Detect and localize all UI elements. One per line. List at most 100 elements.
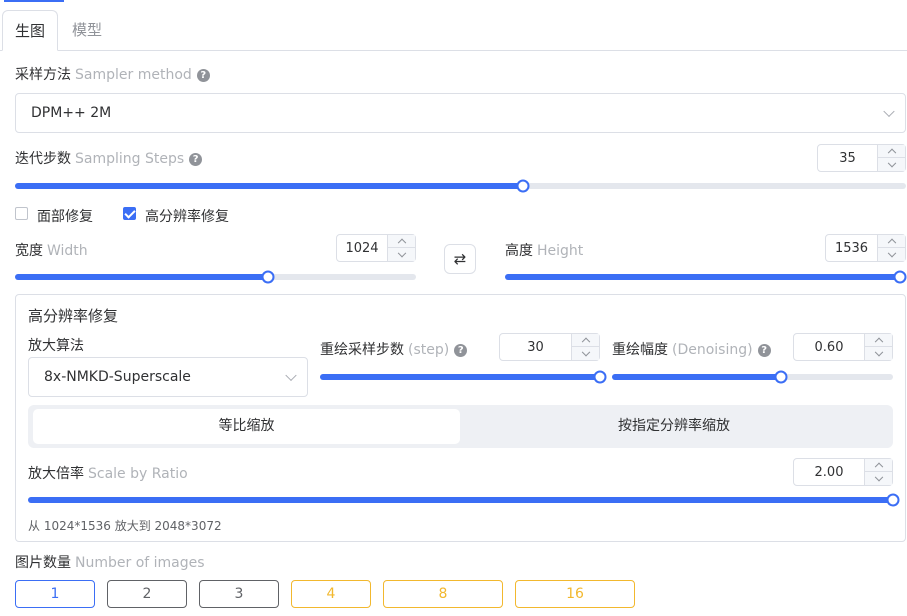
height-slider[interactable] — [505, 270, 907, 284]
images-label: 图片数量 Number of images — [15, 552, 205, 572]
steps-label-en: Sampling Steps — [75, 151, 185, 167]
decrease-icon[interactable] — [865, 347, 892, 360]
image-count-3-button[interactable]: 3 — [199, 580, 279, 608]
height-input-value[interactable]: 1536 — [826, 235, 877, 261]
upscaler-select-value: 8x-NMKD-Superscale — [44, 369, 191, 385]
steps-input-value[interactable]: 35 — [818, 145, 877, 171]
width-slider[interactable] — [15, 270, 416, 284]
height-label-cn: 高度 — [505, 243, 533, 259]
scale-result-note: 从 1024*1536 放大到 2048*3072 — [28, 519, 222, 533]
decrease-icon[interactable] — [865, 472, 892, 485]
sampler-label-en: Sampler method — [75, 67, 192, 83]
tabs-border — [0, 50, 907, 51]
scale-mode-ratio[interactable]: 等比缩放 — [33, 409, 460, 444]
height-stepper — [877, 235, 905, 261]
sampler-label: 采样方法 Sampler method? — [15, 64, 210, 84]
sampler-select[interactable]: DPM++ 2M — [15, 93, 906, 133]
width-stepper — [387, 235, 415, 261]
denoising-label: 重绘幅度 (Denoising)? — [612, 339, 771, 359]
tab-model[interactable]: 模型 — [60, 10, 114, 51]
scale-mode-resolution[interactable]: 按指定分辨率缩放 — [460, 409, 888, 444]
steps-label-cn: 迭代步数 — [15, 151, 71, 167]
decrease-icon[interactable] — [878, 248, 905, 261]
face-fix-box[interactable] — [15, 207, 28, 220]
steps-slider-handle[interactable] — [516, 179, 530, 193]
swap-arrows-icon: ⇄ — [453, 250, 467, 268]
redraw-steps-slider-fill — [320, 374, 600, 380]
width-label-en: Width — [47, 243, 88, 259]
chevron-down-icon — [883, 105, 895, 118]
steps-input[interactable]: 35 — [817, 144, 906, 172]
face-fix-label: 面部修复 — [37, 209, 93, 225]
denoising-slider[interactable] — [612, 370, 893, 384]
redraw-steps-slider-handle[interactable] — [593, 370, 607, 384]
increase-icon[interactable] — [865, 459, 892, 472]
height-label-en: Height — [537, 243, 584, 259]
scale-input-value[interactable]: 2.00 — [794, 459, 864, 485]
denoising-stepper — [864, 334, 892, 360]
width-slider-fill — [15, 274, 268, 280]
swap-dimensions-button[interactable]: ⇄ — [444, 244, 476, 274]
width-slider-handle[interactable] — [261, 270, 275, 284]
image-count-2-button[interactable]: 2 — [107, 580, 187, 608]
steps-stepper — [877, 145, 905, 171]
scale-stepper — [864, 459, 892, 485]
scale-slider-fill — [28, 497, 893, 503]
height-slider-handle[interactable] — [893, 270, 907, 284]
denoising-input-value[interactable]: 0.60 — [794, 334, 864, 360]
denoising-input[interactable]: 0.60 — [793, 333, 893, 361]
redraw-steps-slider[interactable] — [320, 370, 607, 384]
hires-fix-label: 高分辨率修复 — [145, 209, 229, 225]
redraw-steps-input-value[interactable]: 30 — [500, 334, 571, 360]
steps-slider-fill — [15, 183, 523, 189]
image-count-8-button[interactable]: 8 — [383, 580, 503, 608]
help-icon[interactable]: ? — [757, 344, 771, 357]
width-input[interactable]: 1024 — [336, 234, 416, 262]
sampler-label-cn: 采样方法 — [15, 67, 71, 83]
chevron-down-icon — [285, 369, 297, 382]
increase-icon[interactable] — [388, 235, 415, 248]
steps-label: 迭代步数 Sampling Steps? — [15, 148, 203, 168]
width-label: 宽度 Width — [15, 240, 88, 260]
increase-icon[interactable] — [878, 235, 905, 248]
scale-label-cn: 放大倍率 — [28, 466, 84, 482]
height-slider-fill — [505, 274, 900, 280]
upscaler-label: 放大算法 — [28, 338, 84, 354]
increase-icon[interactable] — [572, 334, 599, 347]
hires-fix-box[interactable] — [123, 207, 136, 220]
denoising-slider-handle[interactable] — [774, 370, 788, 384]
width-label-cn: 宽度 — [15, 243, 43, 259]
image-count-16-button[interactable]: 16 — [515, 580, 635, 608]
decrease-icon[interactable] — [878, 158, 905, 171]
upscaler-select[interactable]: 8x-NMKD-Superscale — [28, 357, 308, 397]
help-icon[interactable]: ? — [189, 153, 203, 166]
redraw-steps-label-cn: 重绘采样步数 — [320, 342, 404, 358]
help-icon[interactable]: ? — [196, 69, 210, 82]
redraw-steps-label-en: (step) — [408, 342, 450, 358]
height-input[interactable]: 1536 — [825, 234, 906, 262]
redraw-steps-stepper — [571, 334, 599, 360]
denoising-label-cn: 重绘幅度 — [612, 342, 668, 358]
active-tab-indicator — [4, 0, 64, 2]
image-count-4-button[interactable]: 4 — [291, 580, 371, 608]
height-label: 高度 Height — [505, 240, 583, 260]
images-label-cn: 图片数量 — [15, 555, 71, 571]
steps-slider[interactable] — [15, 179, 906, 193]
denoising-label-en: (Denoising) — [672, 342, 753, 358]
hires-panel-title: 高分辨率修复 — [28, 307, 119, 325]
scale-input[interactable]: 2.00 — [793, 458, 893, 486]
increase-icon[interactable] — [865, 334, 892, 347]
redraw-steps-label: 重绘采样步数 (step)? — [320, 339, 468, 359]
increase-icon[interactable] — [878, 145, 905, 158]
decrease-icon[interactable] — [388, 248, 415, 261]
help-icon[interactable]: ? — [454, 344, 468, 357]
tab-generate[interactable]: 生图 — [2, 10, 59, 51]
scale-slider[interactable] — [28, 493, 900, 507]
sampler-select-value: DPM++ 2M — [31, 105, 112, 121]
redraw-steps-input[interactable]: 30 — [499, 333, 600, 361]
scale-label-en: Scale by Ratio — [88, 466, 188, 482]
width-input-value[interactable]: 1024 — [337, 235, 387, 261]
image-count-1-button[interactable]: 1 — [15, 580, 95, 608]
scale-slider-handle[interactable] — [886, 493, 900, 507]
decrease-icon[interactable] — [572, 347, 599, 360]
